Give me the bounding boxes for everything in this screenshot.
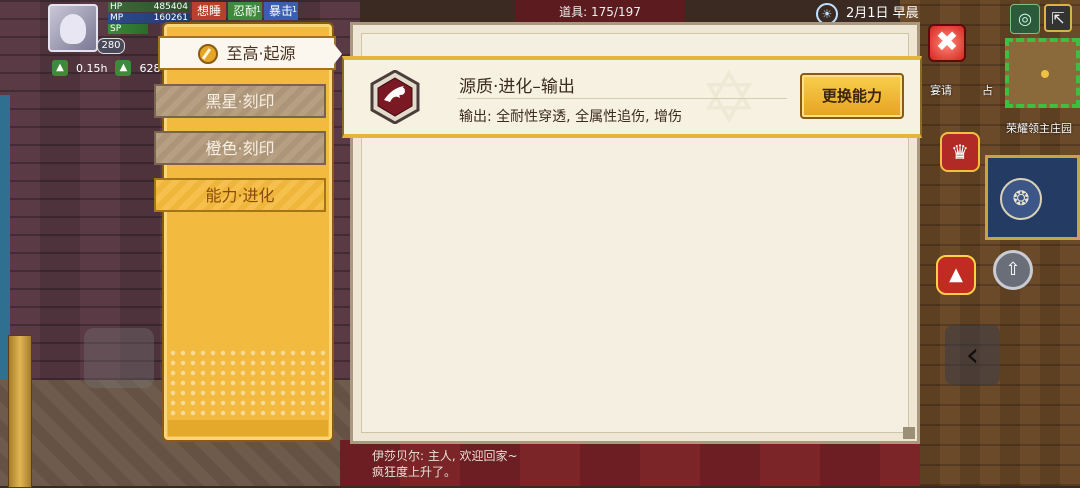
ability-emblem-icon (370, 70, 420, 124)
dpad-left[interactable] (84, 328, 154, 388)
tab-pointer (334, 44, 342, 64)
ability-description: 输出: 全耐性穿透, 全属性追伤, 增伤 (459, 109, 682, 125)
status-tag-sleepy[interactable]: 想睡 (192, 2, 227, 20)
network-icon[interactable]: ◎ (1010, 4, 1040, 34)
chat-line: 伊莎贝尔: 主人, 欢迎回家~ (372, 449, 518, 463)
level-badge: 280 (97, 38, 125, 54)
tab-label: 黑星·刻印 (205, 92, 275, 111)
exit-icon[interactable]: ⇱ (1044, 4, 1072, 32)
skill-icon[interactable]: ▲ (936, 255, 976, 295)
date-text: 2月1日 早晨 (846, 6, 919, 21)
divider (457, 98, 787, 99)
avatar[interactable] (48, 4, 98, 52)
sp-bar: SP (108, 24, 148, 34)
location-label: 荣耀领主庄园 (1006, 122, 1072, 135)
close-icon[interactable]: ✖ (928, 24, 966, 62)
tab-label: 橙色·刻印 (205, 139, 275, 158)
status-tags: 想睡 忍耐 1 暴击 1 (192, 2, 299, 20)
exp-icon: ▲ (115, 60, 132, 76)
tab-supreme-origin[interactable]: 至高·起源 (158, 36, 342, 70)
mp-label: MP (110, 13, 124, 23)
arrow-up-icon[interactable]: ⇧ (993, 250, 1033, 290)
time-icon: ▲ (52, 60, 68, 76)
items-counter: 道具: 175/197 (515, 0, 685, 24)
hp-bar: HP 485404 (108, 2, 190, 12)
tab-orange-imprint[interactable]: 橙色·刻印 (154, 131, 326, 165)
crest-icon: ❂ (1000, 178, 1042, 220)
minimap[interactable] (1005, 38, 1080, 108)
resize-corner (903, 427, 915, 439)
golden-pillar (8, 335, 32, 488)
tab-label: 至高·起源 (226, 44, 296, 63)
change-ability-button[interactable]: 更换能力 (800, 73, 904, 119)
status-tag-label: 想睡 (197, 4, 222, 18)
coin-icon (198, 43, 219, 64)
chat-log: 伊莎贝尔: 主人, 欢迎回家~ 疯狂度上升了。 (372, 448, 518, 480)
blue-carpet: ❂ (985, 155, 1080, 240)
tab-panel-pattern (168, 348, 328, 418)
hp-label: HP (110, 2, 123, 12)
status-tag-crit[interactable]: 暴击 1 (264, 2, 299, 20)
tab-panel-footer (168, 420, 328, 436)
occupy-label: 占 (982, 84, 993, 97)
status-tag-label: 暴击 (269, 4, 294, 18)
trophy-icon[interactable]: ♛ (940, 132, 980, 172)
chat-line: 疯狂度上升了。 (372, 465, 457, 479)
hp-value: 485404 (153, 2, 188, 12)
status-tag-endure[interactable]: 忍耐 1 (228, 2, 263, 20)
avatar-face (60, 14, 86, 44)
sp-label: SP (110, 24, 122, 34)
player-marker (1041, 70, 1049, 78)
tab-ability-evolution[interactable]: 能力·进化 (154, 178, 326, 212)
ability-title: 源质·进化–输出 (459, 77, 575, 97)
time-value: 0.15h (76, 61, 108, 75)
status-tag-count: 1 (291, 5, 298, 14)
invite-label: 宴请 (930, 84, 952, 97)
status-tag-count: 1 (255, 5, 262, 14)
tab-label: 能力·进化 (205, 186, 275, 205)
status-tag-label: 忍耐 (233, 4, 258, 18)
tab-black-star-imprint[interactable]: 黑星·刻印 (154, 84, 326, 118)
swap-icon[interactable]: ‹ (945, 325, 1000, 385)
